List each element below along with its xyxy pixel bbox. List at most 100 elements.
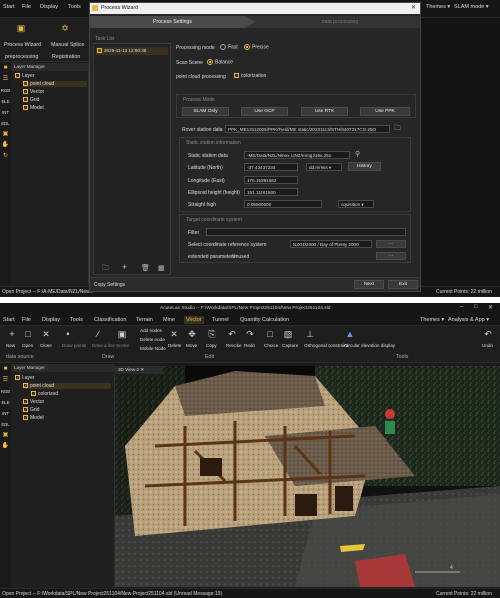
tool-revoke[interactable]: Revoke (226, 343, 242, 348)
crs-input[interactable]: NZGD2000 / Bay of Plenty 2000 (290, 240, 372, 248)
next-button[interactable]: Next (354, 280, 384, 289)
edl-toggle[interactable]: EDL (1, 120, 9, 127)
menu-file[interactable]: File (22, 4, 31, 10)
extended-browse-button[interactable]: ... (376, 252, 406, 260)
tool-copy[interactable]: Copy (206, 343, 217, 348)
menu-slam-mode[interactable]: SLAM mode ▾ (454, 4, 489, 10)
int-toggle[interactable]: INT (2, 410, 9, 417)
add-icon[interactable]: + (122, 262, 127, 272)
tree-item-point-cloud[interactable]: ✓ point cloud (23, 383, 111, 389)
tab-registration[interactable]: Registration (52, 54, 80, 60)
straight-input[interactable]: 0.05500000 (244, 200, 322, 208)
tree-item-vector[interactable]: ✓ Vector (23, 89, 44, 95)
crs-browse-button[interactable]: ... (376, 240, 406, 248)
menu-display[interactable]: Display (42, 317, 60, 323)
menu-start[interactable]: Start (3, 4, 15, 10)
3d-view-viewport[interactable]: 3D View-2 ✕ 4 (115, 366, 500, 587)
rotate-icon[interactable]: ↻ (3, 153, 8, 160)
tool-new[interactable]: New (6, 343, 15, 348)
folder-icon[interactable]: 🗀 (102, 264, 109, 275)
colorization-checkbox[interactable]: ✓ colorization (234, 73, 266, 79)
cube-icon[interactable]: ▣ (3, 131, 9, 138)
tool-mobile-node[interactable]: Mobile Node (140, 346, 166, 351)
tree-item-model[interactable]: ✓ Model (23, 415, 44, 421)
manual-splice-button[interactable]: Manual Splice (51, 42, 84, 48)
step-process-settings[interactable]: Process Settings (90, 16, 255, 28)
manual-splice-icon[interactable]: ✡ (53, 21, 77, 35)
menu-tools[interactable]: Tools (70, 317, 83, 323)
process-wizard-button[interactable]: Process Wizard (4, 42, 41, 48)
tree-item-colorized[interactable]: ✓ colorized (31, 391, 58, 397)
straight-unit-select[interactable]: cquisition ▾ (338, 200, 374, 208)
tree-root-layer[interactable]: ✓ Layer (15, 73, 35, 79)
tree-item-model[interactable]: ✓ Model (23, 105, 44, 111)
menu-themes[interactable]: Themes ▾ (426, 4, 450, 10)
mode-precise-radio[interactable]: Precise (242, 44, 269, 50)
tool-scene[interactable]: Scene (116, 343, 129, 348)
menu-vector[interactable]: Vector (184, 316, 204, 324)
layers-icon[interactable]: ☰ (3, 377, 8, 384)
clear-icon[interactable]: ▦ (158, 264, 165, 272)
minimize-icon[interactable]: – (460, 304, 463, 310)
menu-tunnel[interactable]: Tunnel (212, 317, 229, 323)
scan-scene-radio[interactable]: Balance (205, 59, 233, 65)
tool-draw-points[interactable]: Draw points (62, 343, 86, 348)
rover-data-input[interactable]: PPK_ME13112025/PPK/Field/ME static/20231… (225, 125, 390, 133)
menu-start[interactable]: Start (3, 317, 15, 323)
menu-themes[interactable]: Themes ▾ (420, 317, 444, 323)
exit-button[interactable]: Exit (388, 280, 418, 289)
menu-terrain[interactable]: Terrain (136, 317, 153, 323)
ele-toggle[interactable]: ELE (1, 399, 9, 406)
tool-close[interactable]: Close (40, 343, 52, 348)
tree-item-vector[interactable]: ✓ Vector (23, 399, 44, 405)
rgb-toggle[interactable]: RGB (1, 388, 10, 395)
tree-root-layer[interactable]: ✓ Layer (15, 375, 35, 381)
menu-classification[interactable]: Classification (94, 317, 126, 323)
menu-file[interactable]: File (22, 317, 31, 323)
edl-toggle[interactable]: EDL (1, 421, 9, 428)
hand-icon[interactable]: ✋ (2, 142, 9, 149)
mode-fast-radio[interactable]: Fast (218, 44, 238, 50)
tree-item-grid[interactable]: ✓ Grid (23, 407, 39, 413)
close-icon[interactable]: ✕ (411, 4, 416, 11)
tool-undo[interactable]: Undo (482, 343, 493, 348)
tool-open[interactable]: Open (22, 343, 33, 348)
latitude-unit-select[interactable]: dd.mmss ▾ (306, 163, 342, 171)
tool-draw-a-line[interactable]: Draw a line (92, 343, 115, 348)
process-wizard-icon[interactable]: ▣ (9, 21, 33, 35)
folder-icon[interactable]: ■ (4, 65, 8, 72)
menu-mine[interactable]: Mine (163, 317, 175, 323)
ele-toggle[interactable]: ELE (1, 98, 9, 105)
tool-move[interactable]: Move (186, 343, 197, 348)
longitude-input[interactable]: 176.15391582 (244, 176, 298, 184)
tree-item-grid[interactable]: ✓ Grid (23, 97, 39, 103)
maximize-icon[interactable]: □ (474, 304, 478, 310)
rgb-toggle[interactable]: RGB (1, 87, 10, 94)
tool-choice[interactable]: Choice (264, 343, 278, 348)
menu-quantity-calculation[interactable]: Quantity Calculation (240, 317, 289, 323)
tool-delete-node[interactable]: Delete node (140, 337, 165, 342)
menu-analysis[interactable]: Analysis & App ▾ (448, 317, 489, 323)
menu-display[interactable]: Display (40, 4, 58, 10)
static-data-input[interactable]: -ME/Data/NZL/Ninex LINZ/rnmg316x.25o (244, 151, 350, 159)
tab-preprocessing[interactable]: preprocessing (5, 54, 38, 60)
tab-3d-view[interactable]: 3D View-2 ✕ (115, 366, 163, 374)
close-icon[interactable]: ✕ (488, 304, 493, 311)
tool-redo[interactable]: Redo (244, 343, 255, 348)
hand-icon[interactable]: ✋ (2, 443, 9, 450)
use-rtk-button[interactable]: Use RTK (301, 107, 348, 116)
tool-capture[interactable]: Capture (282, 343, 298, 348)
tool-add-nodes[interactable]: Add nodes (140, 328, 162, 333)
folder-icon[interactable]: ■ (4, 366, 8, 373)
slam-only-button[interactable]: SLAM Only (182, 107, 229, 116)
use-gcp-button[interactable]: Use GCP (241, 107, 288, 116)
antenna-icon[interactable]: ⚲ (355, 150, 360, 158)
filter-input[interactable] (206, 228, 406, 236)
int-toggle[interactable]: INT (2, 109, 9, 116)
tool-orthogonal-constraint[interactable]: Orthogonal constraint (304, 343, 348, 348)
tree-item-point-cloud[interactable]: ✓ point cloud (23, 81, 87, 87)
latitude-input[interactable]: -37.43437234 (244, 163, 298, 171)
cube-icon[interactable]: ▣ (3, 432, 9, 439)
folder-icon[interactable]: 🗀 (394, 124, 401, 135)
use-ppk-button[interactable]: Use PPK (360, 107, 410, 116)
